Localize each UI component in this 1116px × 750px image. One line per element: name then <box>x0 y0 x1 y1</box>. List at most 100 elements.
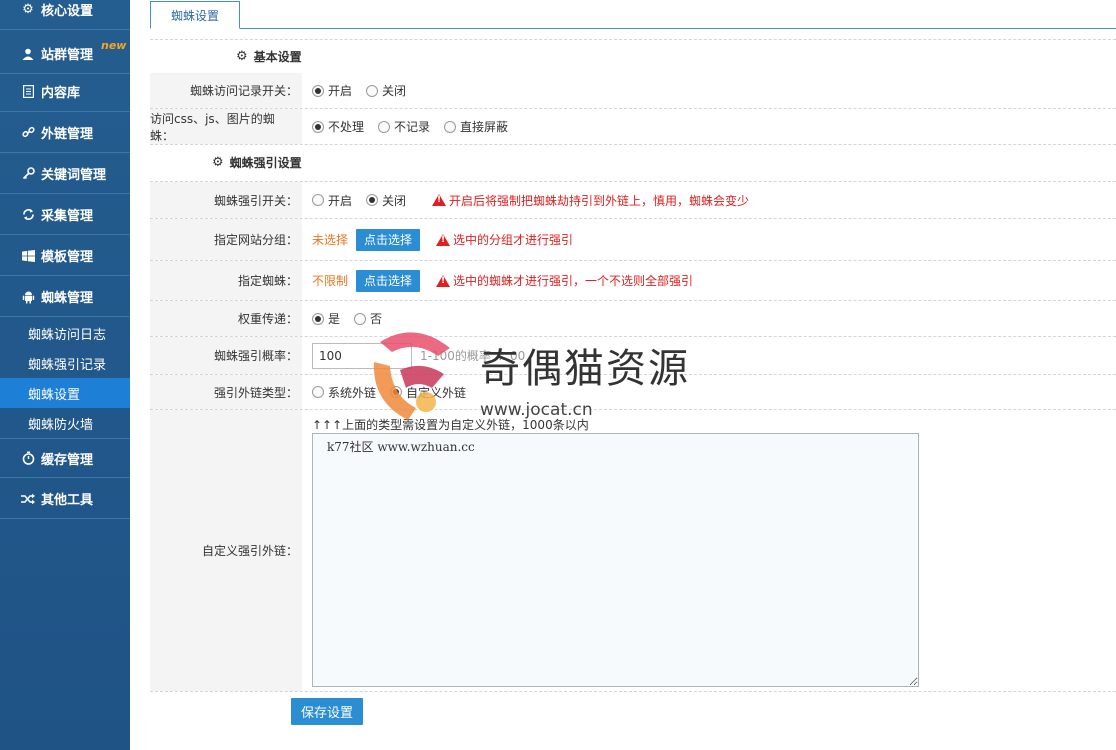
force-switch-radios: 开启 关闭 开启后将强制把蜘蛛劫持引到外链上，慎用，蜘蛛会变少 <box>312 182 749 218</box>
sidebar-item-collect-manage[interactable]: 采集管理 <box>0 195 130 235</box>
sidebar-item-label: 蜘蛛管理 <box>41 291 94 306</box>
radio-dot <box>354 312 367 325</box>
radio-weight-no[interactable]: 否 <box>354 310 382 327</box>
row-link-type: 强引外链类型： 系统外链 自定义外链 <box>150 375 1116 410</box>
sidebar-item-other-tools[interactable]: 其他工具 <box>0 479 130 519</box>
sidebar-sub-force-record[interactable]: 蜘蛛强引记录 <box>0 348 130 378</box>
sidebar-item-cache-manage[interactable]: 缓存管理 <box>0 438 130 478</box>
radio-link-system[interactable]: 系统外链 <box>312 384 376 401</box>
radio-dot <box>312 386 324 398</box>
site-group-field: 未选择 点击选择 选中的分组才进行强引 <box>312 219 573 260</box>
custom-links-textarea[interactable]: k77社区 www.wzhuan.cc <box>312 433 919 687</box>
weight-radios: 是 否 <box>312 301 396 336</box>
sidebar-item-label: 内容库 <box>41 86 81 101</box>
warning-text: 选中的蜘蛛才进行强引，一个不选则全部强引 <box>453 274 694 288</box>
radio-force-off[interactable]: 关闭 <box>366 192 406 209</box>
field-label: 蜘蛛访问记录开关： <box>150 73 302 108</box>
radio-dot <box>366 194 379 206</box>
select-spider-button[interactable]: 点击选择 <box>356 269 421 292</box>
row-spider: 指定蜘蛛： 不限制 点击选择 选中的蜘蛛才进行强引，一个不选则全部强引 <box>150 261 1116 301</box>
site-group-status: 未选择 <box>312 233 349 247</box>
radio-dot <box>312 120 324 133</box>
radio-force-on[interactable]: 开启 <box>312 192 352 209</box>
sidebar-item-keyword-manage[interactable]: 关键词管理 <box>0 154 130 194</box>
document-icon <box>20 85 36 98</box>
sidebar-sub-label: 蜘蛛设置 <box>28 387 81 403</box>
section-title: 基本设置 <box>253 50 302 64</box>
sidebar: ⚙ 核心设置 站群管理 new 内容库 外链管理 关键词管理 采集管理 模板管理… <box>0 0 130 750</box>
field-label: 蜘蛛强引开关： <box>150 182 302 218</box>
select-site-group-button[interactable]: 点击选择 <box>356 228 421 251</box>
link-icon <box>20 126 36 139</box>
radio-label: 不处理 <box>328 120 365 134</box>
radio-visit-log-off[interactable]: 关闭 <box>366 82 406 99</box>
windows-icon <box>20 249 36 262</box>
probability-input[interactable] <box>312 342 412 369</box>
row-force-switch: 蜘蛛强引开关： 开启 关闭 开启后将强制把蜘蛛劫持引到外链上，慎用，蜘蛛会变少 <box>150 181 1116 219</box>
sidebar-item-link-manage[interactable]: 外链管理 <box>0 113 130 153</box>
row-visit-log: 蜘蛛访问记录开关： 开启 关闭 <box>150 73 1116 109</box>
radio-label: 关闭 <box>382 84 407 98</box>
sidebar-sub-firewall[interactable]: 蜘蛛防火墙 <box>0 408 130 438</box>
row-probability: 蜘蛛强引概率： 1-100的概率 ... 00 <box>150 337 1116 375</box>
sidebar-item-content-library[interactable]: 内容库 <box>0 72 130 112</box>
sidebar-sub-label: 蜘蛛防火墙 <box>28 417 94 433</box>
radio-link-custom[interactable]: 自定义外链 <box>390 384 466 401</box>
force-switch-warning: 开启后将强制把蜘蛛劫持引到外链上，慎用，蜘蛛会变少 <box>432 192 749 209</box>
radio-label: 否 <box>370 312 383 326</box>
probability-hint: 1-100的概率 ... 00 <box>420 349 526 363</box>
sidebar-item-label: 关键词管理 <box>41 168 107 183</box>
field-label: 强引外链类型： <box>150 375 302 409</box>
sidebar-sub-label: 蜘蛛访问日志 <box>28 327 107 343</box>
row-site-group: 指定网站分组： 未选择 点击选择 选中的分组才进行强引 <box>150 219 1116 261</box>
sidebar-item-label: 站群管理 <box>41 48 94 63</box>
gear-icon: ⚙ <box>236 49 248 64</box>
custom-links-hint: ↑↑↑上面的类型需设置为自定义外链，1000条以内 <box>312 418 589 432</box>
radio-static-block[interactable]: 直接屏蔽 <box>444 118 508 135</box>
radio-label: 直接屏蔽 <box>460 120 509 134</box>
sidebar-item-site-group[interactable]: 站群管理 new <box>0 34 130 74</box>
gear-icon: ⚙ <box>22 2 34 17</box>
static-spider-radios: 不处理 不记录 直接屏蔽 <box>312 109 522 144</box>
sidebar-item-core-settings[interactable]: ⚙ 核心设置 <box>0 0 130 30</box>
radio-label: 自定义外链 <box>406 385 467 400</box>
radio-dot <box>312 312 324 325</box>
gear-icon: ⚙ <box>212 154 224 170</box>
new-badge: new <box>101 39 127 52</box>
radio-dot <box>378 120 391 133</box>
probability-field: 1-100的概率 ... 00 <box>312 337 525 374</box>
spider-warning: 选中的蜘蛛才进行强引，一个不选则全部强引 <box>436 272 693 289</box>
radio-label: 开启 <box>328 193 353 208</box>
section-basic-settings: ⚙ 基本设置 <box>150 39 1116 73</box>
sidebar-item-spider-manage[interactable]: 蜘蛛管理 <box>0 277 130 317</box>
warning-icon <box>436 233 451 246</box>
radio-static-no-record[interactable]: 不记录 <box>378 118 430 135</box>
radio-label: 系统外链 <box>328 385 377 400</box>
sidebar-sub-spider-log[interactable]: 蜘蛛访问日志 <box>0 318 130 348</box>
spider-status: 不限制 <box>312 274 349 288</box>
sidebar-item-label: 其他工具 <box>41 493 94 508</box>
timer-icon <box>20 451 36 465</box>
save-settings-button[interactable]: 保存设置 <box>291 698 363 725</box>
radio-visit-log-on[interactable]: 开启 <box>312 82 352 99</box>
field-label: 蜘蛛强引概率： <box>150 337 302 374</box>
radio-dot <box>390 386 403 398</box>
section-force-settings: ⚙ 蜘蛛强引设置 <box>150 145 1116 179</box>
spider-field: 不限制 点击选择 选中的蜘蛛才进行强引，一个不选则全部强引 <box>312 261 693 300</box>
sidebar-item-template-manage[interactable]: 模板管理 <box>0 236 130 276</box>
link-type-radios: 系统外链 自定义外链 <box>312 375 480 409</box>
radio-weight-yes[interactable]: 是 <box>312 310 340 327</box>
sidebar-item-label: 缓存管理 <box>41 452 94 468</box>
sidebar-item-label: 外链管理 <box>41 127 94 142</box>
tab-spider-settings[interactable]: 蜘蛛设置 <box>150 1 240 29</box>
row-static-spider: 访问css、js、图片的蜘蛛： 不处理 不记录 直接屏蔽 <box>150 109 1116 145</box>
sidebar-sub-spider-settings[interactable]: 蜘蛛设置 <box>0 378 130 408</box>
radio-dot <box>312 194 324 206</box>
sidebar-item-label: 采集管理 <box>41 209 94 224</box>
visit-log-radios: 开启 关闭 <box>312 73 420 108</box>
site-group-warning: 选中的分组才进行强引 <box>436 231 573 248</box>
radio-static-ignore[interactable]: 不处理 <box>312 118 364 135</box>
sidebar-sub-label: 蜘蛛强引记录 <box>28 357 107 373</box>
app-root: ⚙ 核心设置 站群管理 new 内容库 外链管理 关键词管理 采集管理 模板管理… <box>0 0 1116 750</box>
android-icon <box>20 290 36 304</box>
